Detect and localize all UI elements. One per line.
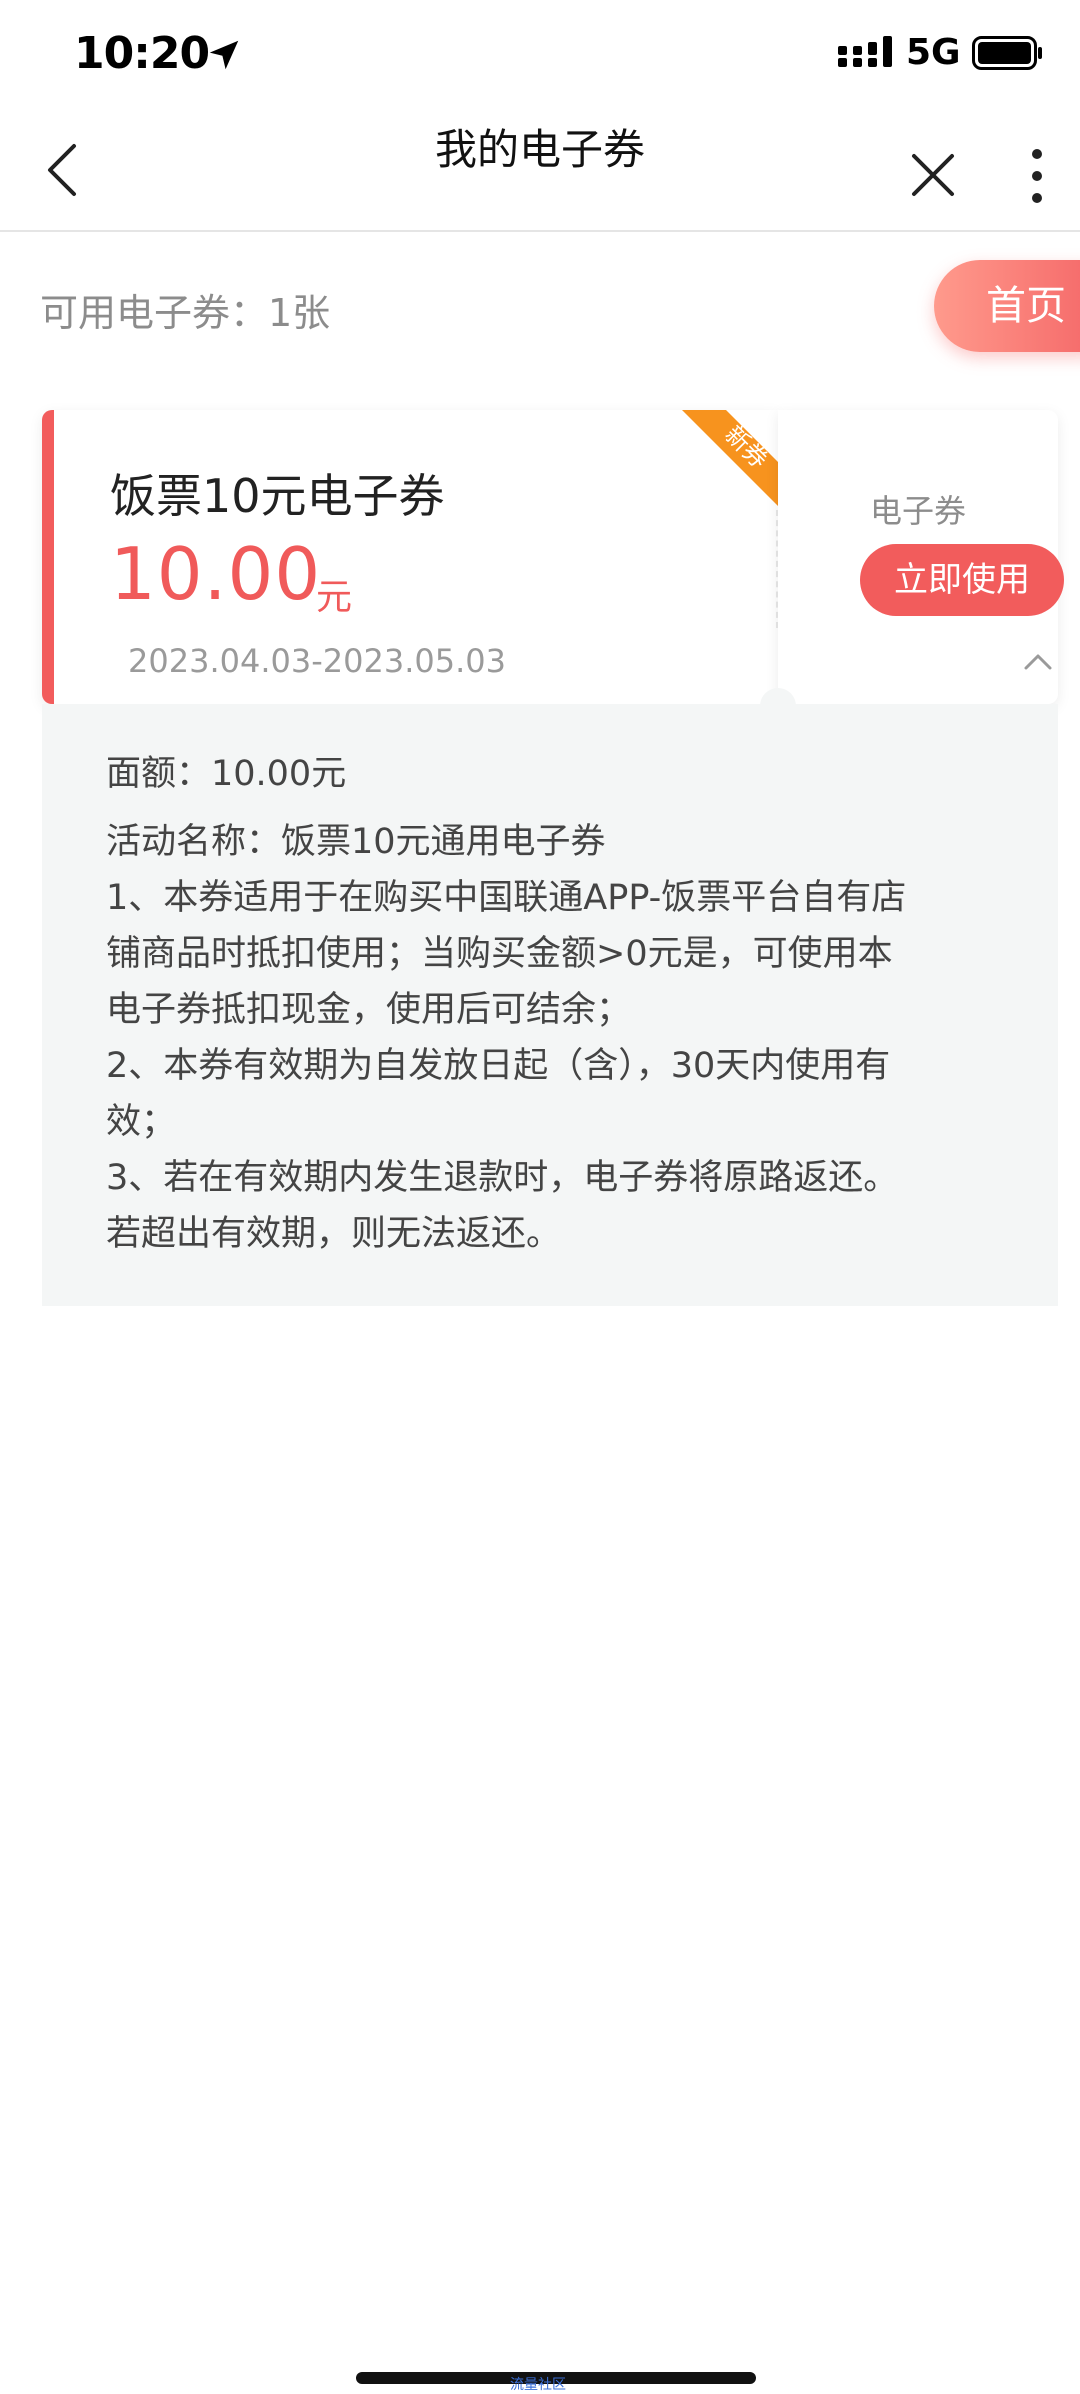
new-badge: 新券 <box>682 410 778 518</box>
coupon-side: 电子券 立即使用 <box>778 410 1064 704</box>
close-icon[interactable] <box>908 150 958 200</box>
detail-rule-3-line-2: 若超出有效期，则无法返还。 <box>106 1214 562 1254</box>
status-time: 10:20 <box>74 28 210 79</box>
network-label: 5G <box>906 32 961 73</box>
watermark-text: 流量社区 <box>510 2377 566 2393</box>
coupon-type-label: 电子券 <box>869 492 966 530</box>
detail-rule-2-line-2: 效； <box>106 1102 177 1142</box>
chevron-up-icon[interactable] <box>1022 652 1054 672</box>
signal-icon <box>838 36 892 67</box>
location-arrow-icon <box>209 40 239 70</box>
detail-rule-1-line-1: 1、本券适用于在购买中国联通APP-饭票平台自有店 <box>106 878 907 918</box>
battery-icon <box>972 36 1042 70</box>
detail-rule-1-line-2: 铺商品时抵扣使用；当购买金额>0元是，可使用本 <box>106 934 893 974</box>
coupon-details: 面额：10.00元 活动名称：饭票10元通用电子券 1、本券适用于在购买中国联通… <box>42 704 1058 1306</box>
coupon-unit: 元 <box>316 577 353 618</box>
available-coupon-count: 可用电子券：1张 <box>40 291 331 335</box>
detail-face-value: 面额：10.00元 <box>106 754 347 794</box>
coupon-card: 饭票10元电子券 10.00 元 2023.04.03-2023.05.03 新… <box>42 410 1064 724</box>
detail-rule-1-line-3: 电子券抵扣现金，使用后可结余； <box>106 990 632 1030</box>
detail-rule-2-line-1: 2、本券有效期为自发放日起（含），30天内使用有 <box>106 1046 891 1086</box>
more-vertical-icon[interactable] <box>1026 146 1048 206</box>
coupon-divider <box>776 510 778 628</box>
home-button[interactable]: 首页 <box>934 260 1080 352</box>
use-now-button[interactable]: 立即使用 <box>860 544 1064 616</box>
status-bar: 10:20 5G <box>0 0 1080 104</box>
nav-bar: 我的电子券 <box>0 104 1080 232</box>
coupon-amount: 10.00 <box>110 532 322 616</box>
detail-activity-name: 活动名称：饭票10元通用电子券 <box>106 822 606 862</box>
coupon-title: 饭票10元电子券 <box>110 469 445 523</box>
coupon-date-range: 2023.04.03-2023.05.03 <box>128 642 506 680</box>
detail-rule-3-line-1: 3、若在有效期内发生退款时，电子券将原路返还。 <box>106 1158 899 1198</box>
coupon-main: 饭票10元电子券 10.00 元 2023.04.03-2023.05.03 新… <box>42 410 778 704</box>
